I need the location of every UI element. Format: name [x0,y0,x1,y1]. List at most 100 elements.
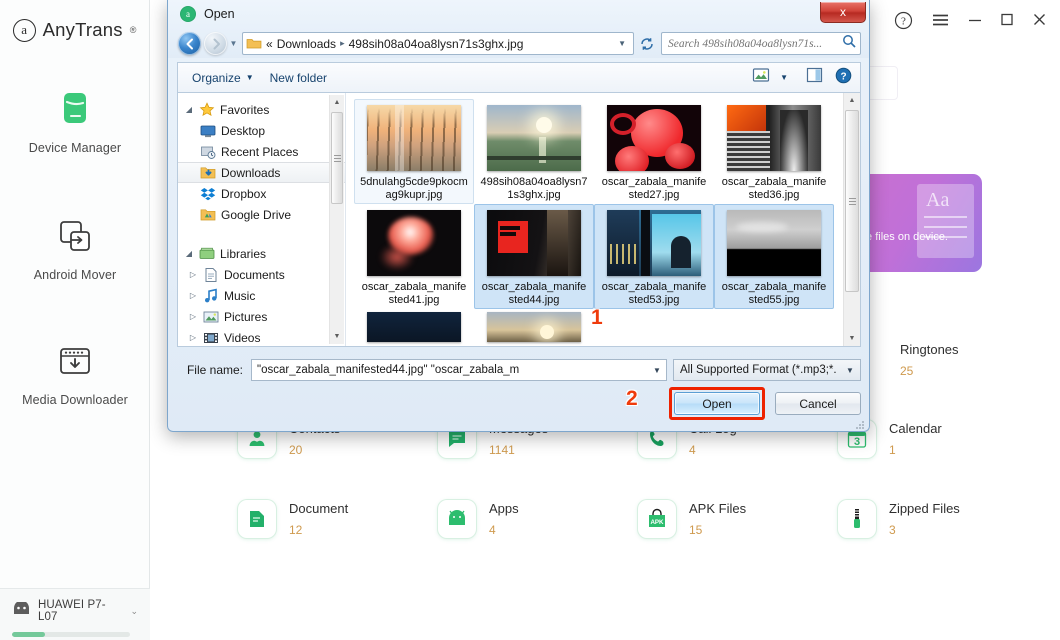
tile-zipped-files[interactable]: Zipped Files 3 [838,500,960,538]
cancel-button[interactable]: Cancel [775,392,861,415]
file-item[interactable]: oscar_zabala_manifested41.jpg [354,204,474,309]
navigation-tree: ◢ Favorites Desktop Recent Places Downlo… [178,93,346,346]
close-icon[interactable] [1033,13,1046,30]
expander-icon[interactable]: ▷ [188,312,198,321]
expander-icon[interactable]: ▷ [188,270,198,279]
expander-icon[interactable]: ◢ [184,105,194,114]
file-item[interactable]: 5dnulahg5cde9pkocmag9kupr.jpg [354,99,474,204]
tile-count: 1141 [489,443,515,457]
maximize-icon[interactable] [1001,13,1014,30]
scroll-down-icon[interactable]: ▼ [330,329,344,344]
scroll-up-icon[interactable]: ▲ [844,93,860,108]
back-button[interactable] [178,32,201,55]
file-item[interactable]: oscar_zabala_manifested55.jpg [714,204,834,309]
document-icon [238,500,276,538]
tree-item-label: Music [224,288,256,303]
tile-document[interactable]: Document 12 [238,500,348,538]
tree-scrollbar[interactable]: ▲ ▼ [329,95,344,344]
file-item[interactable]: oscar_zabala_manifested36.jpg [714,99,834,204]
music-icon [203,288,219,304]
navigation-bar: ▼ « Downloads ▸ 498sih08a04oa8lysn71s3gh… [178,31,861,56]
tree-item-favorites[interactable]: ◢ Favorites [178,99,345,120]
file-format-select[interactable]: All Supported Format (*.mp3;*. ▼ [673,359,861,381]
expander-icon[interactable]: ▷ [188,333,198,342]
address-dropdown-icon[interactable]: ▼ [613,39,631,48]
dialog-close-button[interactable]: x [820,2,866,23]
file-item[interactable]: 498sih08a04oa8lysn71s3ghx.jpg [474,99,594,204]
sidebar-item-media-downloader[interactable]: Media Downloader [0,340,150,407]
expander-icon[interactable]: ◢ [184,249,194,258]
tile-apk-files[interactable]: APK APK Files 15 [638,500,746,538]
address-bar[interactable]: « Downloads ▸ 498sih08a04oa8lysn71s3ghx.… [242,32,634,55]
scroll-up-icon[interactable]: ▲ [330,95,344,110]
help-icon[interactable]: ? [894,11,913,32]
organize-button[interactable]: Organize ▼ [184,67,262,89]
tree-item-recent-places[interactable]: Recent Places [178,141,345,162]
videos-icon [203,330,219,346]
tree-item-google-drive[interactable]: Google Drive [178,204,345,225]
svg-text:?: ? [840,71,846,82]
dialog-body: ◢ Favorites Desktop Recent Places Downlo… [177,92,861,347]
file-list-scrollbar[interactable]: ▲ ▼ [843,93,860,346]
file-item[interactable] [354,306,474,342]
search-input[interactable] [668,37,842,50]
file-name-input[interactable] [257,364,649,376]
search-box[interactable] [661,32,861,55]
minimize-icon[interactable] [968,14,982,30]
file-name-input-wrap[interactable]: ▼ [251,359,667,381]
chevron-down-icon[interactable]: ▼ [842,366,858,375]
tile-label: Apps [489,501,519,516]
chevron-down-icon[interactable]: ▼ [649,366,665,375]
tile-count: 1 [889,443,896,457]
tree-item-music[interactable]: ▷ Music [178,285,345,306]
file-item[interactable]: oscar_zabala_manifested53.jpg [594,204,714,309]
file-item[interactable]: oscar_zabala_manifested44.jpg [474,204,594,309]
open-button[interactable]: Open [674,392,760,415]
tile-count: 25 [900,364,914,378]
open-file-dialog: a Open x ▼ « Downloads ▸ 498sih08a04oa8l… [167,0,870,432]
dialog-title: Open [204,7,235,21]
tile-apps[interactable]: Apps 4 [438,500,519,538]
tree-item-libraries[interactable]: ◢ Libraries [178,243,345,264]
scroll-down-icon[interactable]: ▼ [844,331,860,346]
device-manager-icon [53,88,97,132]
file-item[interactable]: oscar_zabala_manifested27.jpg [594,99,714,204]
file-thumbnail [607,105,701,171]
tree-scrollbar-thumb[interactable] [331,112,343,204]
chevron-down-icon[interactable]: ⌄ [130,606,138,617]
file-item[interactable] [474,306,594,342]
sidebar-item-android-mover[interactable]: Android Mover [0,215,150,282]
sidebar-item-device-manager[interactable]: Device Manager [0,88,150,155]
search-icon[interactable] [842,34,856,53]
file-list-scrollbar-thumb[interactable] [845,110,859,292]
tree-item-downloads[interactable]: Downloads [178,162,345,183]
help-icon[interactable]: ? [827,67,852,89]
tree-item-documents[interactable]: ▷ Documents [178,264,345,285]
hamburger-menu-icon[interactable] [932,13,949,31]
tree-item-desktop[interactable]: Desktop [178,120,345,141]
forward-button[interactable] [204,32,227,55]
tile-ringtones[interactable]: Ringtones 25 [900,341,959,378]
promo-card[interactable]: Aa te files on device. [857,174,982,272]
breadcrumb-downloads[interactable]: Downloads [277,37,336,51]
preview-pane-icon[interactable] [798,67,823,88]
file-name-label: oscar_zabala_manifested36.jpg [721,176,827,201]
tile-label: Calendar [889,421,942,436]
breadcrumb-prefix[interactable]: « [266,37,273,51]
tree-item-pictures[interactable]: ▷ Pictures [178,306,345,327]
tree-item-dropbox[interactable]: Dropbox [178,183,345,204]
breadcrumb-current[interactable]: 498sih08a04oa8lysn71s3ghx.jpg [349,37,524,51]
expander-icon[interactable]: ▷ [188,291,198,300]
refresh-button[interactable] [636,32,657,55]
new-folder-button[interactable]: New folder [262,67,335,89]
tree-item-label: Dropbox [221,186,267,201]
view-mode-dropdown-icon[interactable]: ▼ [774,73,794,82]
tree-item-label: Desktop [221,123,266,138]
device-status-bar[interactable]: HUAWEI P7-L07 ⌄ [0,588,150,640]
resize-grip[interactable] [854,417,865,429]
breadcrumb-separator-icon[interactable]: ▸ [340,38,345,49]
device-name: HUAWEI P7-L07 [38,599,106,623]
view-mode-icon[interactable] [752,67,770,88]
recent-locations-dropdown[interactable]: ▼ [227,39,240,48]
tree-item-videos[interactable]: ▷ Videos [178,327,345,346]
